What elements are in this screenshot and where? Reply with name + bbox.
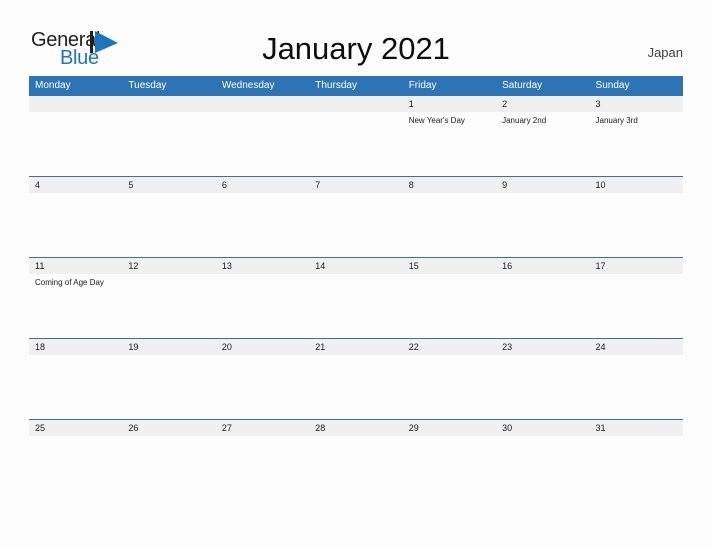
week-date-band: 4 5 6 7 8 9 10	[29, 176, 683, 193]
day-event	[122, 112, 215, 176]
day-event	[309, 436, 402, 500]
weekday-header-monday: Monday	[35, 80, 71, 91]
day-number[interactable]: 8	[403, 177, 496, 193]
day-event	[309, 112, 402, 176]
day-number[interactable]: 22	[403, 339, 496, 355]
day-event	[309, 355, 402, 419]
day-event	[29, 193, 122, 257]
day-number[interactable]: 1	[403, 96, 496, 112]
calendar-grid: Monday Tuesday Wednesday Thursday Friday…	[29, 76, 683, 500]
day-event	[590, 274, 683, 338]
day-event	[590, 436, 683, 500]
day-number[interactable]: 4	[29, 177, 122, 193]
day-number[interactable]: 17	[590, 258, 683, 274]
day-event: January 3rd	[595, 116, 638, 125]
week-event-band	[29, 193, 683, 257]
day-event	[122, 193, 215, 257]
day-event	[496, 274, 589, 338]
day-number[interactable]: 30	[496, 420, 589, 436]
day-event: New Year's Day	[408, 116, 465, 125]
page-header: General Blue January 2021 Japan	[0, 0, 712, 76]
calendar-week-row: 11 12 13 14 15 16 17 Coming of Age Day	[29, 257, 683, 338]
weekday-header-sunday: Sunday	[595, 80, 630, 91]
day-event	[216, 274, 309, 338]
day-event	[496, 355, 589, 419]
week-date-band: 1 2 3	[29, 95, 683, 112]
week-date-band: 11 12 13 14 15 16 17	[29, 257, 683, 274]
day-number[interactable]: 26	[122, 420, 215, 436]
calendar-week-row: 4 5 6 7 8 9 10	[29, 176, 683, 257]
day-event: January 2nd	[502, 116, 547, 125]
day-number[interactable]: 27	[216, 420, 309, 436]
day-event	[29, 355, 122, 419]
day-event	[122, 436, 215, 500]
weekday-header-friday: Friday	[408, 80, 437, 91]
calendar-week-row: 1 2 3 New Year's Day January 2nd January…	[29, 95, 683, 176]
day-event	[29, 436, 122, 500]
day-event	[309, 274, 402, 338]
day-number[interactable]: 5	[122, 177, 215, 193]
day-number[interactable]: 25	[29, 420, 122, 436]
week-event-band: Coming of Age Day	[29, 274, 683, 338]
week-date-band: 18 19 20 21 22 23 24	[29, 338, 683, 355]
day-number[interactable]: 6	[216, 177, 309, 193]
country-label: Japan	[647, 45, 683, 60]
day-event	[122, 274, 215, 338]
day-event	[590, 355, 683, 419]
page-title: January 2021	[262, 31, 450, 66]
day-number[interactable]	[122, 96, 215, 112]
day-event	[403, 436, 496, 500]
day-event	[496, 193, 589, 257]
day-event	[216, 436, 309, 500]
day-number[interactable]: 29	[403, 420, 496, 436]
day-number[interactable]: 13	[216, 258, 309, 274]
day-event: Coming of Age Day	[35, 278, 104, 287]
day-event	[122, 355, 215, 419]
day-number[interactable]	[29, 96, 122, 112]
week-event-band	[29, 436, 683, 500]
weekday-header-tuesday: Tuesday	[128, 80, 167, 91]
day-event	[29, 112, 122, 176]
day-number[interactable]: 14	[309, 258, 402, 274]
day-number[interactable]: 23	[496, 339, 589, 355]
day-event	[403, 193, 496, 257]
day-number[interactable]	[309, 96, 402, 112]
day-number[interactable]: 28	[309, 420, 402, 436]
weekday-header-thursday: Thursday	[315, 80, 357, 91]
day-number[interactable]: 2	[496, 96, 589, 112]
day-event	[590, 193, 683, 257]
day-number[interactable]: 10	[590, 177, 683, 193]
day-number[interactable]: 3	[590, 96, 683, 112]
day-number[interactable]: 20	[216, 339, 309, 355]
day-event	[216, 112, 309, 176]
day-event	[403, 355, 496, 419]
day-number[interactable]: 7	[309, 177, 402, 193]
day-number[interactable]: 18	[29, 339, 122, 355]
weekday-header-saturday: Saturday	[502, 80, 543, 91]
day-event	[403, 274, 496, 338]
week-date-band: 25 26 27 28 29 30 31	[29, 419, 683, 436]
weekday-header-wednesday: Wednesday	[221, 80, 275, 91]
day-number[interactable]	[216, 96, 309, 112]
day-event	[309, 193, 402, 257]
day-number[interactable]: 19	[122, 339, 215, 355]
day-number[interactable]: 31	[590, 420, 683, 436]
week-event-band: New Year's Day January 2nd January 3rd	[29, 112, 683, 176]
day-event	[496, 436, 589, 500]
calendar-week-row: 25 26 27 28 29 30 31	[29, 419, 683, 500]
day-number[interactable]: 24	[590, 339, 683, 355]
day-event	[216, 355, 309, 419]
day-number[interactable]: 12	[122, 258, 215, 274]
day-number[interactable]: 11	[29, 258, 122, 274]
week-event-band	[29, 355, 683, 419]
day-event	[216, 193, 309, 257]
day-number[interactable]: 9	[496, 177, 589, 193]
day-number[interactable]: 16	[496, 258, 589, 274]
calendar-week-row: 18 19 20 21 22 23 24	[29, 338, 683, 419]
calendar-weekday-header: Monday Tuesday Wednesday Thursday Friday…	[29, 76, 683, 95]
day-number[interactable]: 15	[403, 258, 496, 274]
day-number[interactable]: 21	[309, 339, 402, 355]
